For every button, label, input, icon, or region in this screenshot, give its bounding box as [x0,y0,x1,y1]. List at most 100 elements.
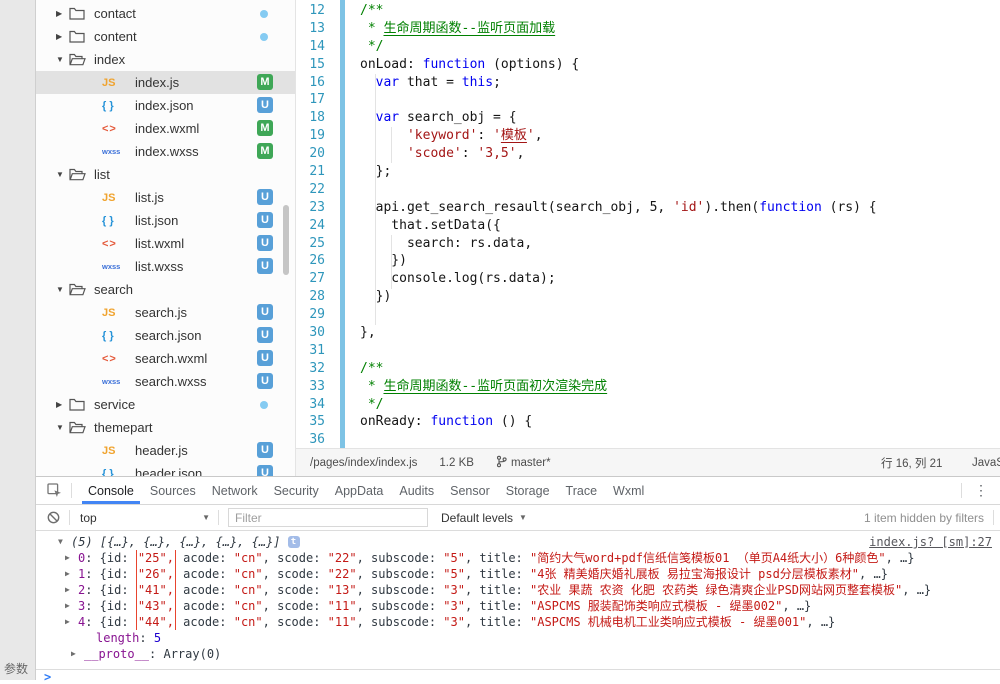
tree-item-header.json[interactable]: { }header.jsonU [36,462,295,476]
tab-console[interactable]: Console [80,477,142,504]
triangle-collapsed-icon[interactable]: ▶ [65,566,78,582]
changed-dot [260,10,268,18]
console-proto-row[interactable]: ▶ __proto__: Array(0) [36,646,1000,662]
kebab-menu-icon[interactable]: ⋮ [962,482,1000,499]
tree-item-search.wxss[interactable]: wxsssearch.wxssU [36,370,295,393]
clear-console-icon[interactable] [36,511,69,524]
triangle-expanded-icon[interactable]: ▼ [58,534,71,550]
tree-item-list.js[interactable]: JSlist.jsU [36,186,295,209]
code-text: * 生命周期函数--监听页面加载 [340,20,555,38]
line-number: 26 [296,252,340,270]
unchanged-badge: U [257,258,273,274]
git-branch-icon [496,455,507,471]
id-highlight-box: "41", [136,582,176,598]
code-line: 15onLoad: function (options) { [296,56,1000,74]
triangle-collapsed-icon[interactable]: ▶ [65,550,78,566]
code-text: * 生命周期函数--监听页面初次渲染完成 [340,378,607,396]
tree-item-index.js[interactable]: JSindex.jsM [36,71,295,94]
tree-item-index.wxml[interactable]: <>index.wxmlM [36,117,295,140]
js-file-icon: JS [102,445,128,457]
modified-badge: M [257,120,273,136]
tree-item-label: search.js [135,305,187,320]
line-number: 20 [296,145,340,163]
tab-wxml[interactable]: Wxml [605,477,652,504]
line-number: 35 [296,413,340,431]
console-array-item-row[interactable]: ▶4: {id: "44", acode: "cn", scode: "11",… [36,614,1000,630]
console-filter-input[interactable] [228,508,428,527]
execution-context-selector[interactable]: top ▼ [70,511,218,525]
tab-sensor[interactable]: Sensor [442,477,498,504]
code-text: }) [340,288,391,306]
inspect-element-icon[interactable] [36,483,71,498]
tree-item-themepart[interactable]: ▼themepart [36,416,295,439]
tree-item-list[interactable]: ▼list [36,163,295,186]
console-array-item-row[interactable]: ▶3: {id: "43", acode: "cn", scode: "11",… [36,598,1000,614]
tree-item-list.wxml[interactable]: <>list.wxmlU [36,232,295,255]
json-file-icon: { } [102,468,128,477]
tab-storage[interactable]: Storage [498,477,558,504]
tree-item-search.js[interactable]: JSsearch.jsU [36,301,295,324]
folder-open-icon [69,168,87,181]
tree-item-index[interactable]: ▼index [36,48,295,71]
triangle-collapsed-icon[interactable]: ▶ [71,646,84,662]
tree-item-header.js[interactable]: JSheader.jsU [36,439,295,462]
wxss-file-icon: wxss [102,147,128,156]
console-array-item-row[interactable]: ▶2: {id: "41", acode: "cn", scode: "13",… [36,582,1000,598]
tab-security[interactable]: Security [266,477,327,504]
code-text [340,181,360,199]
tab-network[interactable]: Network [204,477,266,504]
tab-appdata[interactable]: AppData [327,477,392,504]
triangle-collapsed-icon[interactable]: ▶ [65,598,78,614]
code-text: onReady: function () { [340,413,532,431]
code-text: api.get_search_resault(search_obj, 5, 'i… [340,199,877,217]
console-prompt[interactable]: > [36,669,1000,683]
code-line: 21 }; [296,163,1000,181]
tree-item-list.wxss[interactable]: wxsslist.wxssU [36,255,295,278]
params-panel-label[interactable]: 参数 [4,660,28,677]
log-levels-dropdown[interactable]: Default levels ▼ [441,511,527,525]
tree-item-service[interactable]: ▶ service [36,393,295,416]
tab-sources[interactable]: Sources [142,477,204,504]
chevron-down-icon[interactable]: ▼ [56,55,69,64]
chevron-down-icon[interactable]: ▼ [56,423,69,432]
tab-audits[interactable]: Audits [391,477,442,504]
tree-item-content[interactable]: ▶content [36,25,295,48]
array-index: 0 [78,550,85,566]
code-editor[interactable]: 12/**13 * 生命周期函数--监听页面加载14 */15onLoad: f… [296,0,1000,448]
tree-item-contact[interactable]: ▶contact [36,2,295,25]
line-number: 36 [296,431,340,448]
tree-item-label: service [94,397,135,412]
tree-item-index.json[interactable]: { }index.jsonU [36,94,295,117]
chevron-right-icon[interactable]: ▶ [56,9,69,18]
triangle-collapsed-icon[interactable]: ▶ [65,614,78,630]
tab-trace[interactable]: Trace [558,477,606,504]
line-number: 32 [296,360,340,378]
chevron-right-icon[interactable]: ▶ [56,400,69,409]
cursor-position[interactable]: 行 16, 列 21 [881,455,942,471]
separator [993,510,994,525]
code-line: 18 var search_obj = { [296,109,1000,127]
file-tree-scrollbar[interactable] [283,205,289,275]
code-line: 19 'keyword': '模板', [296,127,1000,145]
code-line: 33 * 生命周期函数--监听页面初次渲染完成 [296,378,1000,396]
code-text: 'keyword': '模板', [340,127,543,145]
chevron-down-icon[interactable]: ▼ [56,170,69,179]
line-number: 22 [296,181,340,199]
wxss-file-icon: wxss [102,262,128,271]
code-text: /** [340,2,383,20]
source-location-link[interactable]: index.js? [sm]:27 [869,534,992,550]
tree-item-index.wxss[interactable]: wxssindex.wxssM [36,140,295,163]
console-array-item-row[interactable]: ▶0: {id: "25", acode: "cn", scode: "22",… [36,550,1000,566]
git-branch-status[interactable]: master* [496,455,551,471]
folder-open-icon [69,53,87,66]
language-mode[interactable]: JavaScript [972,457,1000,469]
tree-item-search.json[interactable]: { }search.jsonU [36,324,295,347]
triangle-collapsed-icon[interactable]: ▶ [65,582,78,598]
console-array-item-row[interactable]: ▶1: {id: "26", acode: "cn", scode: "22",… [36,566,1000,582]
console-array-row[interactable]: ▼ (5) [{…}, {…}, {…}, {…}, {…}] t index.… [36,534,1000,550]
tree-item-search.wxml[interactable]: <>search.wxmlU [36,347,295,370]
chevron-right-icon[interactable]: ▶ [56,32,69,41]
chevron-down-icon[interactable]: ▼ [56,285,69,294]
tree-item-list.json[interactable]: { }list.jsonU [36,209,295,232]
tree-item-search[interactable]: ▼search [36,278,295,301]
